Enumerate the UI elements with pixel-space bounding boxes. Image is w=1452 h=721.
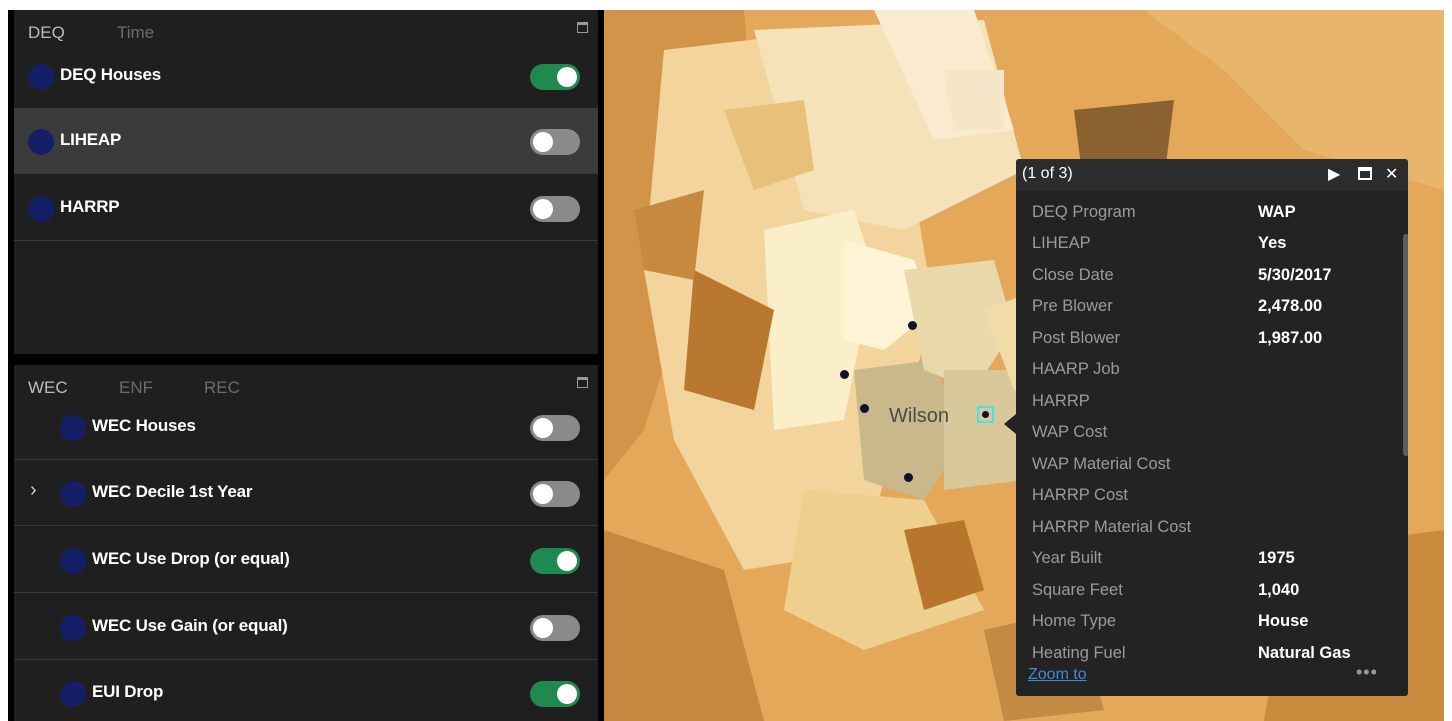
layer-label: LIHEAP xyxy=(60,130,122,149)
attr-value: House xyxy=(1258,612,1309,630)
attr-name: Close Date xyxy=(1032,266,1114,284)
layer-row-deq-houses[interactable]: DEQ Houses xyxy=(14,44,598,109)
house-point-marker[interactable] xyxy=(904,473,913,482)
attr-name: HAARP Job xyxy=(1032,360,1120,378)
layer-symbol-icon xyxy=(60,548,86,574)
attr-name: Home Type xyxy=(1032,612,1117,630)
attr-name: Heating Fuel xyxy=(1032,644,1126,662)
layer-visibility-toggle[interactable] xyxy=(530,129,580,155)
layer-visibility-toggle[interactable] xyxy=(530,548,580,574)
maximize-panel-icon[interactable] xyxy=(577,22,588,33)
layer-symbol-icon xyxy=(28,196,54,222)
layer-symbol-icon xyxy=(60,681,86,707)
expand-chevron-icon[interactable]: › xyxy=(30,479,37,502)
popup-attribute-list: DEQ Program WAP LIHEAP Yes Close Date 5/… xyxy=(1016,191,1394,662)
attr-name: HARRP xyxy=(1032,392,1090,410)
wec-layer-panel: WEC ENF REC WEC Houses › WEC Decile 1st … xyxy=(14,365,598,721)
layer-symbol-icon xyxy=(28,64,54,90)
attr-name: WAP Cost xyxy=(1032,423,1108,441)
attr-value: 1975 xyxy=(1258,549,1295,567)
attr-value: 2,478.00 xyxy=(1258,297,1323,315)
deq-layer-panel: DEQ Time DEQ Houses LIHEAP HARRP xyxy=(14,10,598,354)
zoom-to-link[interactable]: Zoom to xyxy=(1028,666,1087,684)
house-point-marker[interactable] xyxy=(908,321,917,330)
layer-label: WEC Use Gain (or equal) xyxy=(92,616,288,635)
attr-value: Natural Gas xyxy=(1258,644,1351,662)
attr-name: WAP Material Cost xyxy=(1032,455,1171,473)
layer-label: WEC Houses xyxy=(92,416,196,435)
popup-scrollbar[interactable] xyxy=(1403,234,1408,456)
attr-name: Post Blower xyxy=(1032,329,1121,347)
attr-name: Square Feet xyxy=(1032,581,1123,599)
layer-visibility-toggle[interactable] xyxy=(530,415,580,441)
maximize-popup-icon[interactable] xyxy=(1358,167,1372,180)
attr-name: Pre Blower xyxy=(1032,297,1113,315)
layer-row-wec-use-gain[interactable]: WEC Use Gain (or equal) xyxy=(14,595,598,660)
house-point-marker[interactable] xyxy=(860,404,869,413)
maximize-panel-icon[interactable] xyxy=(577,377,588,388)
layer-row-eui-drop[interactable]: EUI Drop xyxy=(14,661,598,721)
layer-row-wec-houses[interactable]: WEC Houses xyxy=(14,395,598,460)
layer-label: WEC Decile 1st Year xyxy=(92,482,253,501)
layer-row-liheap[interactable]: LIHEAP xyxy=(14,109,598,174)
house-point-marker[interactable] xyxy=(840,370,849,379)
layer-label: DEQ Houses xyxy=(60,65,161,84)
layer-visibility-toggle[interactable] xyxy=(530,615,580,641)
layer-label: WEC Use Drop (or equal) xyxy=(92,549,290,568)
tab-deq[interactable]: DEQ xyxy=(28,23,65,43)
popup-header: (1 of 3) ▶ ✕ xyxy=(1016,159,1408,191)
layer-visibility-toggle[interactable] xyxy=(530,481,580,507)
close-icon[interactable]: ✕ xyxy=(1385,164,1398,184)
attr-value: WAP xyxy=(1258,203,1296,221)
feature-popup: (1 of 3) ▶ ✕ DEQ Program WAP LIHEAP Yes … xyxy=(1016,159,1408,696)
layer-label: HARRP xyxy=(60,197,120,216)
attr-name: Year Built xyxy=(1032,549,1103,567)
selected-house-marker[interactable] xyxy=(977,406,994,423)
attr-name: HARRP Cost xyxy=(1032,486,1128,504)
next-feature-icon[interactable]: ▶ xyxy=(1328,164,1340,184)
tab-time[interactable]: Time xyxy=(117,23,154,43)
layer-row-wec-decile[interactable]: › WEC Decile 1st Year xyxy=(14,461,598,526)
layer-symbol-icon xyxy=(60,415,86,441)
attr-value: 5/30/2017 xyxy=(1258,266,1332,284)
layer-label: EUI Drop xyxy=(92,682,164,701)
app-window: DEQ Time DEQ Houses LIHEAP HARRP WEC ENF… xyxy=(8,10,1444,721)
layer-visibility-toggle[interactable] xyxy=(530,681,580,707)
more-actions-icon[interactable]: ••• xyxy=(1356,662,1378,683)
city-label: Wilson xyxy=(889,405,950,427)
layer-visibility-toggle[interactable] xyxy=(530,64,580,90)
layer-visibility-toggle[interactable] xyxy=(530,196,580,222)
attr-name: LIHEAP xyxy=(1032,234,1091,252)
layer-symbol-icon xyxy=(60,615,86,641)
layer-row-wec-use-drop[interactable]: WEC Use Drop (or equal) xyxy=(14,528,598,593)
layer-symbol-icon xyxy=(28,129,54,155)
popup-title: (1 of 3) xyxy=(1022,165,1073,182)
attr-value: Yes xyxy=(1258,234,1287,252)
layer-row-harrp[interactable]: HARRP xyxy=(14,176,598,241)
attr-value: 1,987.00 xyxy=(1258,329,1323,347)
attr-name: DEQ Program xyxy=(1032,203,1136,221)
attr-value: 1,040 xyxy=(1258,581,1300,599)
popup-pointer xyxy=(1004,414,1016,434)
layer-symbol-icon xyxy=(60,481,86,507)
attr-name: HARRP Material Cost xyxy=(1032,518,1192,536)
